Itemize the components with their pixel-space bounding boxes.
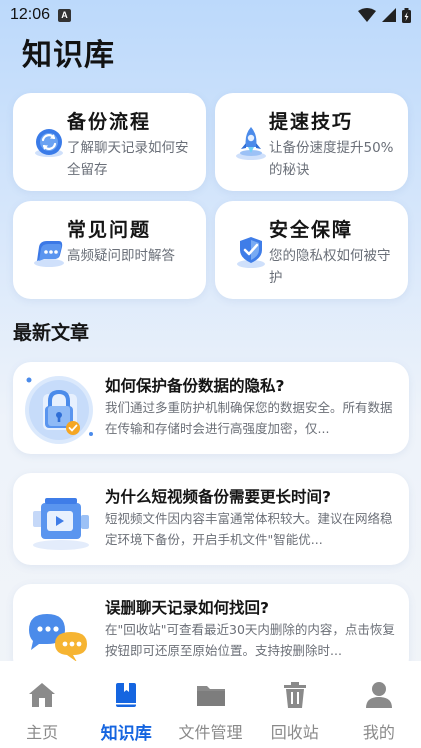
category-title: 常见问题: [67, 219, 152, 241]
latest-articles-heading: 最新文章: [13, 322, 90, 344]
nav-label: 我的: [362, 723, 395, 742]
category-title: 安全保障: [269, 219, 354, 241]
category-desc: 您的隐私权如何被守护: [269, 248, 391, 286]
category-card-faq[interactable]: 常见问题 高频疑问即时解答: [13, 201, 206, 299]
article-desc: 我们通过多重防护机制确保您的数据安全。所有数据在传输和存储时会进行高强度加密，仅…: [105, 400, 393, 436]
article-card[interactable]: 如何保护备份数据的隐私? 我们通过多重防护机制确保您的数据安全。所有数据在传输和…: [13, 362, 409, 454]
shield-icon: [237, 237, 265, 268]
nav-item-me[interactable]: 我的: [337, 661, 421, 748]
category-desc: 高频疑问即时解答: [67, 248, 175, 264]
nav-label: 文件管理: [178, 723, 243, 742]
category-card-security[interactable]: 安全保障 您的隐私权如何被守护: [215, 201, 408, 299]
bottom-nav: 主页 知识库 文件管理 回收站 我的: [0, 661, 421, 748]
nav-item-knowledge[interactable]: 知识库: [84, 661, 168, 748]
status-bar: 12:06 A: [0, 0, 421, 30]
nav-item-recycle[interactable]: 回收站: [253, 661, 337, 748]
trash-icon: [279, 679, 311, 711]
category-title: 备份流程: [67, 111, 152, 133]
nav-label: 知识库: [100, 724, 152, 744]
battery-icon: [402, 7, 411, 23]
nav-label: 回收站: [270, 723, 319, 742]
folder-icon: [195, 679, 227, 711]
notification-badge-icon: A: [58, 8, 72, 22]
category-desc: 了解聊天记录如何安全留存: [67, 140, 189, 178]
article-card[interactable]: 为什么短视频备份需要更长时间? 短视频文件因内容丰富通常体积较大。建议在网络稳定…: [13, 473, 409, 565]
person-icon: [363, 679, 395, 711]
nav-item-files[interactable]: 文件管理: [168, 661, 252, 748]
video-icon: [33, 498, 89, 550]
nav-label: 主页: [26, 723, 59, 742]
article-title: 为什么短视频备份需要更长时间?: [105, 488, 331, 506]
article-desc: 在"回收站"可查看最近30天内删除的内容，点击恢复按钮即可还原至原始位置。支持按…: [105, 622, 395, 658]
nav-item-home[interactable]: 主页: [0, 661, 84, 748]
article-title: 误删聊天记录如何找回?: [105, 599, 269, 617]
status-icons: [358, 7, 411, 23]
home-icon: [26, 679, 58, 711]
page-title: 知识库: [22, 38, 115, 73]
rocket-icon: [236, 127, 266, 160]
chat-icon: [34, 241, 64, 267]
book-icon: [110, 679, 142, 711]
category-title: 提速技巧: [269, 111, 354, 133]
category-card-backup-process[interactable]: 备份流程 了解聊天记录如何安全留存: [13, 93, 206, 191]
article-desc: 短视频文件因内容丰富通常体积较大。建议在网络稳定环境下备份，开启手机文件"智能优…: [105, 511, 393, 547]
category-card-speed-tips[interactable]: 提速技巧 让备份速度提升50%的秘诀: [215, 93, 408, 191]
chat-bubbles-icon: [29, 614, 87, 662]
wifi-icon: [358, 8, 376, 22]
article-title: 如何保护备份数据的隐私?: [105, 377, 285, 395]
sync-icon: [35, 129, 63, 157]
category-desc: 让备份速度提升50%的秘诀: [269, 140, 394, 178]
lock-icon: [25, 376, 93, 444]
status-time: 12:06: [10, 6, 51, 23]
signal-icon: [382, 8, 396, 22]
